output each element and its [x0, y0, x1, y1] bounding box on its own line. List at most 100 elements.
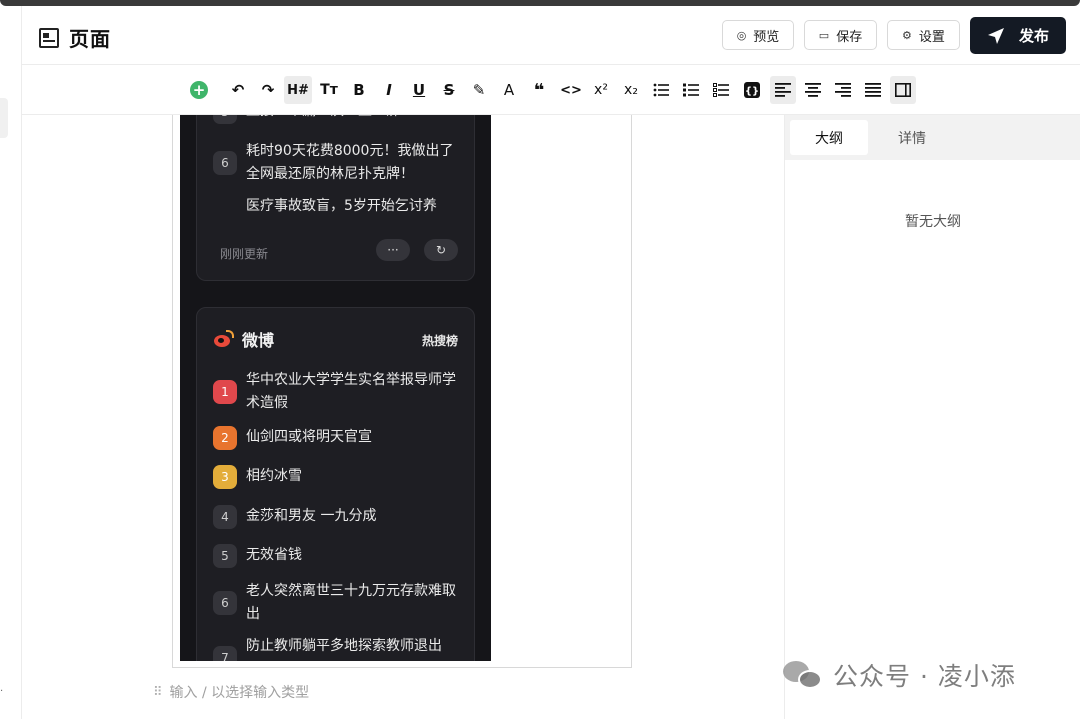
list-item: 2 仙剑四或将明天官宣	[213, 426, 463, 450]
publish-label: 发布	[1018, 27, 1049, 45]
send-icon	[987, 27, 1004, 44]
code-block-icon: {}	[744, 82, 760, 98]
wechat-icon	[783, 659, 823, 691]
left-rail: ·	[0, 6, 22, 719]
align-right-button[interactable]	[834, 76, 852, 104]
settings-button[interactable]: ⚙ 设置	[887, 20, 960, 50]
list-item-text: 老人突然离世三十九万元存款难取出	[246, 583, 456, 622]
save-label: 保存	[836, 29, 863, 45]
font-size-button[interactable]: Tт	[318, 76, 340, 104]
save-button[interactable]: ▭ 保存	[804, 20, 877, 50]
input-hint-text: 输入 / 以选择输入类型	[169, 685, 310, 701]
rank-badge: 5	[213, 544, 237, 568]
superscript-button[interactable]: x²	[591, 76, 611, 104]
bold-button[interactable]: B	[350, 76, 368, 104]
add-block-button[interactable]: +	[190, 81, 208, 99]
highlight-pen-button[interactable]: ✎	[470, 76, 488, 104]
more-button: ···	[376, 239, 410, 261]
refresh-button: ↻	[424, 239, 458, 261]
tab-details[interactable]: 详情	[873, 120, 951, 155]
formatting-toolbar: + ↶ ↷ H# Tт B I U S ✎ A ❝ <> x² x₂ {}	[22, 65, 1080, 115]
align-left-button[interactable]	[770, 76, 796, 104]
left-rail-dot: ·	[0, 686, 4, 697]
rank-badge: 7	[213, 646, 237, 661]
list-item: 5 无效省钱	[213, 544, 463, 568]
list-item-text: 金莎和男友 一九分成	[246, 508, 377, 524]
list-item: 5 直接一个漏！沃！至！沸！	[213, 115, 463, 124]
align-center-icon	[805, 83, 821, 97]
align-center-button[interactable]	[804, 76, 822, 104]
preview-button[interactable]: ◎ 预览	[722, 20, 794, 50]
list-item-text: 无效省钱	[246, 547, 302, 563]
rank-badge: 4	[213, 505, 237, 529]
list-item: 6 耗时90天花费8000元！我做出了全网最还原的林尼扑克牌！	[213, 140, 463, 186]
gear-icon: ⚙	[902, 28, 912, 42]
rank-badge: 1	[213, 380, 237, 404]
weibo-card: 微博 热搜榜 1 华中农业大学学生实名举报导师学术造假 2 仙剑四或将明天官宣 …	[196, 307, 475, 661]
weibo-card-header: 微博	[214, 327, 274, 351]
watermark: 公众号 · 凌小添	[783, 657, 1016, 693]
justify-button[interactable]	[864, 76, 882, 104]
weibo-icon	[214, 330, 234, 348]
heading-button[interactable]: H#	[284, 76, 312, 104]
subscript-button[interactable]: x₂	[621, 76, 641, 104]
undo-button[interactable]: ↶	[228, 76, 248, 104]
page-icon	[39, 27, 59, 48]
update-time: 刚刚更新	[220, 247, 269, 261]
list-item-text: 耗时90天花费8000元！我做出了全网最还原的林尼扑克牌！	[246, 143, 454, 182]
rank-badge: 5	[213, 115, 237, 124]
list-item-text: 防止教师躺平多地探索教师退出	[246, 638, 442, 654]
rank-badge: 3	[213, 465, 237, 489]
preview-label: 预览	[753, 29, 780, 45]
toggle-panel-button[interactable]	[890, 76, 916, 104]
news-card: 5 直接一个漏！沃！至！沸！ 6 耗时90天花费8000元！我做出了全网最还原的…	[196, 115, 475, 281]
weibo-title: 微博	[242, 331, 275, 350]
bullet-list-icon	[653, 83, 669, 97]
watermark-text: 公众号 · 凌小添	[833, 662, 1016, 691]
save-icon: ▭	[818, 28, 830, 42]
eye-icon: ◎	[736, 28, 747, 42]
align-right-icon	[835, 83, 851, 97]
tab-outline[interactable]: 大纲	[790, 120, 868, 155]
list-item: 7 防止教师躺平多地探索教师退出	[213, 635, 463, 661]
bullet-list-button[interactable]	[652, 76, 670, 104]
list-item: 1 华中农业大学学生实名举报导师学术造假	[213, 369, 463, 415]
page-title: 页面	[69, 27, 111, 51]
align-left-icon	[775, 83, 791, 97]
checklist-icon	[713, 83, 729, 97]
justify-icon	[865, 83, 881, 97]
header: 页面 ◎ 预览 ▭ 保存 ⚙ 设置 发布	[22, 6, 1080, 65]
panel-icon	[895, 83, 911, 97]
hot-list-label: 热搜榜	[421, 334, 458, 348]
quote-button[interactable]: ❝	[530, 76, 548, 104]
checklist-button[interactable]	[712, 76, 730, 104]
underline-button[interactable]: U	[410, 76, 428, 104]
list-item-text: 直接一个漏！沃！至！沸！	[246, 115, 414, 123]
settings-label: 设置	[918, 29, 945, 45]
block-input-hint[interactable]: ⠿ 输入 / 以选择输入类型	[153, 682, 309, 702]
list-item: 6 老人突然离世三十九万元存款难取出	[213, 580, 463, 626]
publish-button[interactable]: 发布	[970, 17, 1066, 54]
rank-badge: 2	[213, 426, 237, 450]
svg-text:{}: {}	[745, 86, 759, 97]
strikethrough-button[interactable]: S	[440, 76, 458, 104]
rank-badge: 6	[213, 591, 237, 615]
list-item-text: 相约冰雪	[246, 468, 302, 484]
list-item-text: 医疗事故致盲，5岁开始乞讨养	[246, 198, 437, 214]
page-title-group: 页面	[39, 23, 111, 52]
empty-outline-text: 暂无大纲	[905, 214, 961, 230]
list-item-text: 华中农业大学学生实名举报导师学术造假	[246, 372, 456, 411]
code-block-button[interactable]: {}	[742, 76, 762, 104]
italic-button[interactable]: I	[380, 76, 398, 104]
list-item: 3 相约冰雪	[213, 465, 463, 489]
phone-screenshot: 5 直接一个漏！沃！至！沸！ 6 耗时90天花费8000元！我做出了全网最还原的…	[180, 115, 491, 661]
list-item: 4 金莎和男友 一九分成	[213, 505, 463, 529]
editor-canvas[interactable]: 5 直接一个漏！沃！至！沸！ 6 耗时90天花费8000元！我做出了全网最还原的…	[22, 115, 784, 719]
text-color-button[interactable]: A	[500, 76, 518, 104]
rank-badge: 6	[213, 151, 237, 175]
code-button[interactable]: <>	[560, 76, 582, 104]
ordered-list-button[interactable]	[682, 76, 700, 104]
drag-handle-icon[interactable]: ⠿	[153, 685, 162, 700]
left-rail-tab[interactable]	[0, 98, 8, 138]
redo-button[interactable]: ↷	[258, 76, 278, 104]
